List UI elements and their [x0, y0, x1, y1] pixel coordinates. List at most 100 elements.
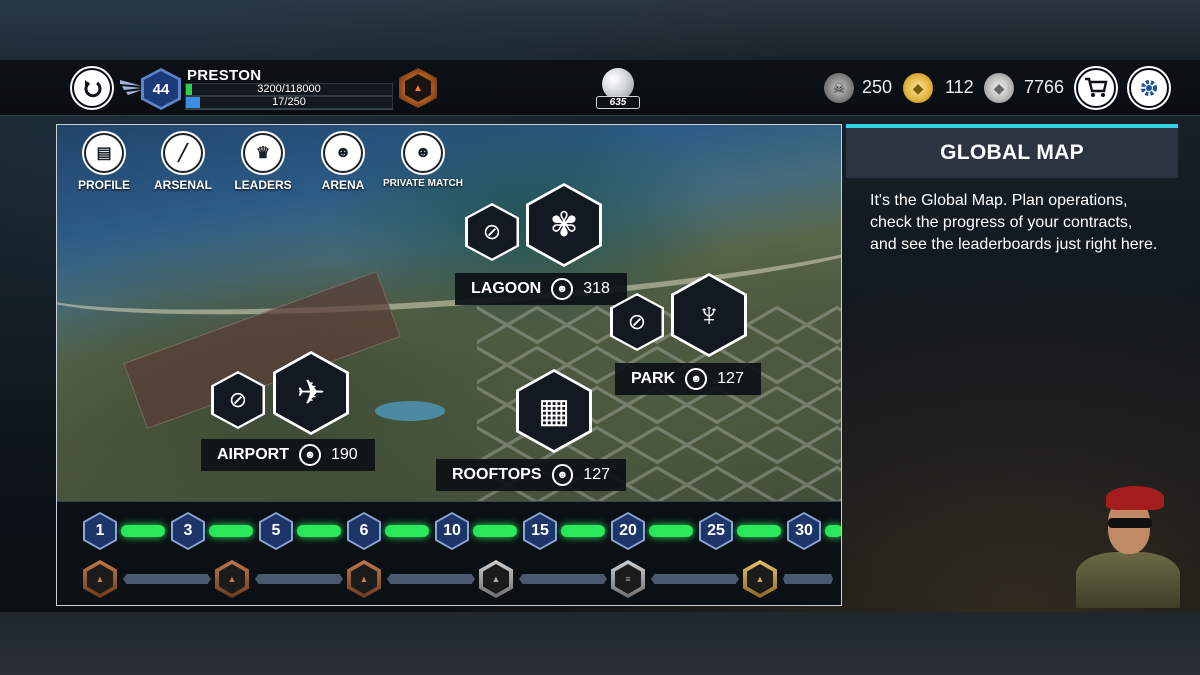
park-player-count: 127	[717, 370, 744, 387]
lagoon-name: LAGOON	[471, 280, 542, 297]
menu-private-match[interactable]: ☻ PRIVATE MATCH	[383, 133, 463, 189]
rank-progress-bar: 17/250	[185, 96, 393, 109]
silver-currency-value: 7766	[1024, 77, 1065, 97]
building-icon: ▦	[519, 372, 589, 450]
rooftops-player-count: 127	[583, 466, 610, 483]
players-icon: ☻	[551, 464, 574, 486]
globe-button[interactable]: 635	[596, 68, 640, 112]
level-connector	[561, 525, 605, 537]
players-icon: ☻	[685, 368, 708, 390]
menu-profile[interactable]: ▤ PROFILE	[69, 133, 139, 192]
level-connector	[649, 525, 693, 537]
level-connector	[209, 525, 253, 537]
xp-text: 3200/118000	[257, 83, 321, 95]
airport-name: AIRPORT	[217, 446, 289, 463]
level-milestone[interactable]: 10	[435, 512, 469, 550]
player-level: 44	[144, 71, 178, 107]
level-connector	[737, 525, 781, 537]
level-connector	[121, 525, 165, 537]
skull-currency-value: 250	[862, 77, 893, 97]
menu-arena[interactable]: ☻ ARENA	[308, 133, 378, 192]
chevron-icon: ▲	[351, 564, 377, 594]
shop-button[interactable]	[1076, 68, 1116, 108]
avatar-body	[1076, 552, 1180, 608]
level-milestone[interactable]: 6	[347, 512, 381, 550]
top-bar: 44 PRESTON 3200/118000 17/250 ▲ 635 ☠ 25…	[0, 60, 1200, 116]
rank-connector	[387, 574, 475, 584]
airport-label[interactable]: AIRPORT ☻ 190	[201, 439, 375, 471]
silver-coin-icon: ◆	[984, 73, 1014, 103]
rank-chevron-icon: ▲	[405, 74, 431, 102]
dog-tag-icon: ⊘	[467, 205, 517, 259]
back-button[interactable]	[72, 68, 112, 108]
players-icon: ☻	[551, 278, 574, 300]
lake	[375, 401, 445, 421]
cocktail-icon: ♆	[674, 276, 744, 354]
menu-private-match-label: PRIVATE MATCH	[383, 178, 463, 189]
level-milestone[interactable]: 30	[787, 512, 821, 550]
menu-arsenal-label: ARSENAL	[153, 178, 212, 192]
level-milestone-value: 25	[701, 514, 731, 548]
level-milestone[interactable]: 20	[611, 512, 645, 550]
level-milestone-value: 30	[789, 514, 819, 548]
xp-bar: 3200/118000	[185, 83, 393, 96]
rank-progress-text: 17/250	[272, 96, 306, 108]
rank-milestone-silver[interactable]: ▲	[479, 560, 513, 598]
bar-divider	[185, 109, 393, 110]
settings-button[interactable]	[1129, 68, 1169, 108]
chevron-icon: ▲	[747, 564, 773, 594]
globe-count: 635	[596, 96, 640, 109]
level-milestone[interactable]: 5	[259, 512, 293, 550]
level-milestone-value: 1	[85, 514, 115, 548]
players-icon: ☻	[299, 444, 321, 466]
bottom-band	[0, 612, 1200, 675]
level-milestone-value: 15	[525, 514, 555, 548]
menu-arsenal[interactable]: ╱ ARSENAL	[148, 133, 218, 192]
rooftops-label[interactable]: ROOFTOPS ☻ 127	[436, 459, 626, 491]
rank-connector	[519, 574, 607, 584]
rank-connector	[123, 574, 211, 584]
gold-currency-value: 112	[945, 77, 974, 97]
rank-milestone-gold[interactable]: ▲	[743, 560, 777, 598]
level-milestone[interactable]: 25	[699, 512, 733, 550]
airport-player-count: 190	[331, 446, 358, 463]
menu-leaders[interactable]: ♛ LEADERS	[228, 133, 298, 192]
gear-icon	[1141, 80, 1157, 96]
level-milestone-value: 10	[437, 514, 467, 548]
sunglasses-icon	[1108, 518, 1152, 528]
info-description: It's the Global Map. Plan operations, ch…	[870, 192, 1158, 253]
level-milestone[interactable]: 3	[171, 512, 205, 550]
chevron-icon: ≡	[615, 564, 641, 594]
menu-profile-label: PROFILE	[77, 178, 130, 192]
gold-coin-icon: ◆	[903, 73, 933, 103]
cart-icon	[1085, 77, 1108, 97]
chevron-icon: ▲	[483, 564, 509, 594]
rank-milestone-bronze[interactable]: ▲	[215, 560, 249, 598]
rank-badge[interactable]: ▲	[399, 68, 437, 108]
trophy-icon: ♛	[243, 133, 283, 173]
beret-icon	[1106, 486, 1164, 510]
rank-milestone-bronze[interactable]: ▲	[347, 560, 381, 598]
id-card-icon: ▤	[84, 133, 124, 173]
lagoon-label[interactable]: LAGOON ☻ 318	[455, 273, 627, 305]
rank-connector	[651, 574, 739, 584]
players-icon: ☻	[323, 133, 363, 173]
rank-connector	[255, 574, 343, 584]
rifle-icon: ╱	[163, 133, 203, 173]
park-label[interactable]: PARK ☻ 127	[615, 363, 761, 395]
map-image[interactable]: ▤ PROFILE ╱ ARSENAL ♛ LEADERS ☻ ARENA ☻ …	[57, 125, 841, 505]
commander-avatar	[1072, 486, 1182, 608]
level-connector	[825, 525, 841, 537]
chevron-icon: ▲	[87, 564, 113, 594]
rank-milestone-bronze[interactable]: ▲	[83, 560, 117, 598]
rank-milestone-silver[interactable]: ≡	[611, 560, 645, 598]
park-name: PARK	[631, 370, 676, 387]
menu-leaders-label: LEADERS	[234, 178, 292, 192]
level-milestone[interactable]: 15	[523, 512, 557, 550]
skull-coin-icon: ☠	[824, 73, 854, 103]
progress-strip[interactable]: 1 3 5 6 10 15 20 25 30 ▲ ▲ ▲ ▲ ≡ ▲	[57, 501, 841, 605]
level-milestone[interactable]: 1	[83, 512, 117, 550]
menu-arena-label: ARENA	[321, 178, 365, 192]
level-connector	[385, 525, 429, 537]
players-icon: ☻	[403, 133, 443, 173]
